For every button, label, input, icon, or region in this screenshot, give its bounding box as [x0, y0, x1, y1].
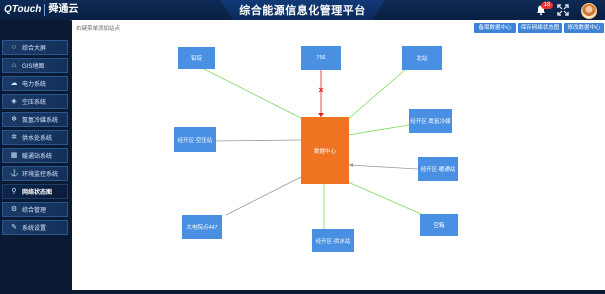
- node-water-station[interactable]: 经开区-供水站: [312, 229, 354, 252]
- node-dadian[interactable]: 大电院点447: [182, 215, 222, 239]
- node-qianding[interactable]: 铅锭: [178, 47, 215, 69]
- link-beizhan: [347, 69, 406, 120]
- location-icon: ⚲: [11, 187, 17, 195]
- hint-text: 右键菜单添加站点: [76, 26, 121, 32]
- sidebar-item-water-supply[interactable]: ✲ 供水处系统: [2, 130, 68, 145]
- edit-data-center-button[interactable]: 修改数据中心: [564, 23, 604, 33]
- sidebar-item-environment[interactable]: ⚓ 环境监控系统: [2, 166, 68, 181]
- wrench-icon: ✎: [11, 223, 17, 231]
- link-hvac: [348, 164, 419, 170]
- node-kongxiang[interactable]: 空箱: [420, 214, 458, 236]
- sidebar-item-management[interactable]: ⚙ 综合管理: [2, 202, 68, 217]
- sidebar-item-label: 氮氩冷媒系统: [22, 118, 59, 124]
- sidebar-item-label: 综合管理: [22, 208, 47, 214]
- gear-icon: ✲: [11, 133, 17, 141]
- avatar[interactable]: [581, 3, 597, 19]
- sidebar-item-label: GIS地图: [22, 64, 45, 70]
- expand-icon[interactable]: [557, 4, 569, 16]
- link-air: [213, 139, 302, 142]
- layers-icon: ◈: [11, 97, 17, 105]
- node-data-center[interactable]: 数据中心: [301, 117, 349, 184]
- snowflake-icon: ❄: [11, 115, 17, 123]
- sidebar-item-power[interactable]: ☁ 电力系统: [2, 76, 68, 91]
- top-header: QTouch 舜通云 综合能源信息化管理平台 18: [0, 0, 605, 21]
- sidebar-item-network-status[interactable]: ⚲ 网络状态图: [2, 184, 68, 199]
- sidebar-item-nitrogen-argon[interactable]: ❄ 氮氩冷媒系统: [2, 112, 68, 127]
- node-756[interactable]: 756: [301, 46, 341, 70]
- backup-data-center-button[interactable]: 备周数据中心: [474, 23, 516, 33]
- anchor-icon: ⚓: [10, 169, 19, 177]
- grid-icon: ▦: [10, 151, 18, 159]
- brand[interactable]: QTouch 舜通云: [4, 3, 78, 17]
- page-title: 综合能源信息化管理平台: [239, 5, 366, 17]
- node-beizhan[interactable]: 北站: [402, 46, 442, 70]
- sidebar-item-label: 系统设置: [22, 226, 47, 232]
- settings-icon: ⚙: [10, 205, 18, 213]
- sidebar-item-label: 综合大屏: [22, 46, 47, 52]
- sidebar-item-dashboard[interactable]: ○ 综合大屏: [2, 40, 68, 55]
- circle-icon: ○: [11, 43, 17, 51]
- sidebar-item-gis[interactable]: ⌂ GIS地图: [2, 58, 68, 73]
- sidebar-item-label: 网络状态图: [22, 190, 53, 196]
- link-kongxiang: [347, 181, 422, 215]
- sidebar-item-hvac[interactable]: ▦ 暖通站系统: [2, 148, 68, 163]
- network-canvas[interactable]: 右键菜单添加站点 备周数据中心 保存网络状态图 修改数据中心 铅锭 756 北站…: [72, 20, 605, 290]
- node-nitrogen-argon[interactable]: 经开区-氮氩冷媒: [409, 109, 452, 133]
- link-nitrogen: [347, 124, 410, 136]
- sidebar-item-system-settings[interactable]: ✎ 系统设置: [2, 220, 68, 235]
- node-hvac-station[interactable]: 经开区-暖通站: [418, 157, 458, 181]
- brand-logo: QTouch: [4, 4, 46, 16]
- home-icon: ⌂: [11, 61, 17, 69]
- link-dadian: [225, 176, 302, 216]
- notification-badge: 18: [541, 2, 553, 9]
- link-hvac-arrow: [349, 163, 353, 167]
- link-qianding: [195, 64, 302, 119]
- brand-name: 舜通云: [48, 4, 79, 15]
- sidebar-item-label: 空压系统: [22, 100, 47, 106]
- title-banner: 综合能源信息化管理平台: [220, 0, 385, 20]
- sidebar-item-label: 环境监控系统: [22, 172, 59, 178]
- sidebar-item-air-compressor[interactable]: ◈ 空压系统: [2, 94, 68, 109]
- node-air-compressor[interactable]: 经开区-空压站: [174, 127, 216, 152]
- cloud-icon: ☁: [10, 79, 18, 87]
- sidebar-item-label: 供水处系统: [22, 136, 53, 142]
- save-network-map-button[interactable]: 保存网络状态图: [518, 23, 562, 33]
- sidebar-item-label: 电力系统: [22, 82, 47, 88]
- sidebar: ○ 综合大屏 ⌂ GIS地图 ☁ 电力系统 ◈ 空压系统 ❄ 氮氩冷媒系统 ✲ …: [0, 20, 70, 294]
- sidebar-item-label: 暖通站系统: [22, 154, 53, 160]
- bottom-bar: [0, 290, 605, 294]
- broken-link-icon: ×: [318, 85, 324, 95]
